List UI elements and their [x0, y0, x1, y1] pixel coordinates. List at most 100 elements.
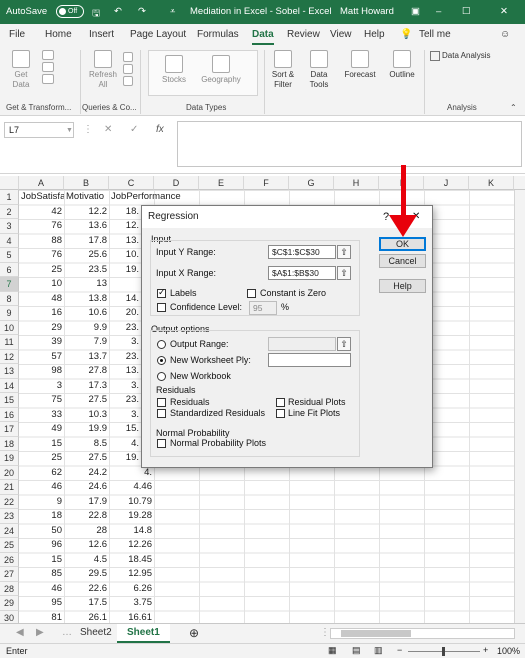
table-cell[interactable]: 13. — [109, 364, 141, 379]
residuals-checkbox[interactable] — [157, 398, 166, 407]
cancel-entry-icon[interactable]: ✕ — [104, 124, 112, 135]
zoom-slider-thumb[interactable] — [442, 647, 445, 656]
table-cell[interactable]: 19. — [109, 263, 141, 278]
table-cell[interactable]: 27.5 — [64, 451, 109, 466]
table-cell[interactable]: JobSatisfa — [19, 190, 64, 205]
table-cell[interactable]: 12.95 — [109, 567, 154, 582]
vertical-scrollbar[interactable] — [514, 190, 525, 623]
table-cell[interactable]: 6.26 — [109, 582, 154, 597]
row-header[interactable]: 18 — [0, 436, 19, 451]
table-cell[interactable]: 8.5 — [64, 437, 109, 452]
normal-view-icon[interactable]: ▦ — [328, 645, 337, 656]
table-cell[interactable]: 14.8 — [109, 524, 154, 539]
table-cell[interactable]: 17.8 — [64, 234, 109, 249]
formula-bar-handle[interactable]: ⋮ — [83, 124, 93, 135]
table-cell[interactable]: 85 — [19, 567, 64, 582]
new-worksheet-field[interactable] — [268, 353, 351, 367]
row-header[interactable]: 5 — [0, 248, 19, 263]
table-cell[interactable]: 25 — [19, 263, 64, 278]
table-cell[interactable]: 17.5 — [64, 596, 109, 611]
table-cell[interactable]: 19. — [109, 451, 141, 466]
table-cell[interactable]: 13. — [109, 234, 141, 249]
labels-checkbox[interactable] — [157, 287, 166, 298]
table-cell[interactable]: 29.5 — [64, 567, 109, 582]
row-header[interactable]: 8 — [0, 291, 19, 306]
output-range-collapse-icon[interactable]: ⇧ — [337, 337, 351, 351]
table-cell[interactable]: 20. — [109, 306, 141, 321]
table-cell[interactable]: 10.3 — [64, 408, 109, 423]
table-cell[interactable]: 3 — [19, 379, 64, 394]
table-cell[interactable]: 39 — [19, 335, 64, 350]
undo-icon[interactable]: ↶ — [114, 6, 122, 17]
table-cell[interactable]: 3. — [109, 408, 141, 423]
autosave-toggle[interactable]: Off — [56, 5, 84, 18]
table-cell[interactable]: 12. — [109, 219, 141, 234]
row-header[interactable]: 20 — [0, 465, 19, 480]
constant-zero-checkbox[interactable] — [247, 289, 256, 298]
geography-button[interactable]: Geography — [199, 55, 243, 85]
table-cell[interactable]: 10 — [19, 277, 64, 292]
row-header[interactable]: 26 — [0, 552, 19, 567]
row-header[interactable]: 4 — [0, 233, 19, 248]
input-x-range-field[interactable]: $A$1:$B$30 — [268, 266, 336, 280]
forecast-button[interactable]: Forecast — [342, 50, 378, 80]
table-cell[interactable]: Motivatio — [64, 190, 109, 205]
tell-me-search[interactable]: Tell me — [419, 29, 451, 40]
zoom-level[interactable]: 100% — [497, 646, 520, 656]
ribbon-collapse-icon[interactable]: ⌃ — [510, 103, 517, 112]
close-icon[interactable]: ✕ — [500, 6, 508, 17]
horizontal-scroll-thumb[interactable] — [341, 630, 411, 637]
table-cell[interactable]: 3. — [109, 379, 141, 394]
input-y-range-field[interactable]: $C$1:$C$30 — [268, 245, 336, 259]
row-header[interactable]: 11 — [0, 335, 19, 350]
table-cell[interactable]: 23. — [109, 393, 141, 408]
outline-button[interactable]: Outline — [385, 50, 419, 80]
row-header[interactable]: 25 — [0, 538, 19, 553]
table-cell[interactable]: 18. — [109, 205, 141, 220]
table-cell[interactable]: 95 — [19, 596, 64, 611]
table-cell[interactable]: 46 — [19, 480, 64, 495]
column-header[interactable]: D — [154, 176, 199, 190]
input-x-collapse-icon[interactable]: ⇧ — [337, 266, 351, 280]
table-cell[interactable]: 22.6 — [64, 582, 109, 597]
data-tools-button[interactable]: Data Tools — [304, 50, 334, 90]
table-cell[interactable]: 7.9 — [64, 335, 109, 350]
row-header[interactable]: 29 — [0, 596, 19, 611]
minimize-icon[interactable]: – — [436, 6, 441, 17]
row-header[interactable]: 17 — [0, 422, 19, 437]
tab-formulas[interactable]: Formulas — [197, 29, 239, 40]
table-cell[interactable]: 46 — [19, 582, 64, 597]
table-cell[interactable]: 57 — [19, 350, 64, 365]
row-header[interactable]: 23 — [0, 509, 19, 524]
table-cell[interactable]: 12.26 — [109, 538, 154, 553]
name-box-dropdown-icon[interactable]: ▼ — [66, 127, 73, 134]
tab-insert[interactable]: Insert — [89, 29, 114, 40]
residual-plots-checkbox[interactable] — [276, 398, 285, 407]
row-header[interactable]: 13 — [0, 364, 19, 379]
new-sheet-icon[interactable]: ⊕ — [179, 624, 209, 643]
row-header[interactable]: 27 — [0, 567, 19, 582]
column-header[interactable]: A — [19, 176, 64, 190]
output-range-radio[interactable] — [157, 340, 166, 349]
data-analysis-button[interactable]: Data Analysis — [430, 51, 490, 61]
table-cell[interactable]: 9 — [19, 495, 64, 510]
table-cell[interactable]: 12.6 — [64, 538, 109, 553]
table-cell[interactable] — [109, 277, 141, 292]
row-header[interactable]: 12 — [0, 349, 19, 364]
column-header[interactable]: E — [199, 176, 244, 190]
table-cell[interactable]: 18.45 — [109, 553, 154, 568]
table-cell[interactable]: 3. — [109, 335, 141, 350]
name-box[interactable]: L7 — [4, 122, 74, 138]
row-header[interactable]: 16 — [0, 407, 19, 422]
row-header[interactable]: 22 — [0, 494, 19, 509]
tab-data[interactable]: Data — [252, 29, 274, 45]
standardized-residuals-checkbox[interactable] — [157, 409, 166, 418]
vertical-scrollbar-top[interactable] — [514, 176, 525, 190]
tab-page-layout[interactable]: Page Layout — [130, 29, 186, 40]
input-y-collapse-icon[interactable]: ⇧ — [337, 245, 351, 259]
scroll-tabs-right-icon[interactable]: ▶ — [26, 624, 54, 643]
table-cell[interactable]: 23. — [109, 350, 141, 365]
table-cell[interactable]: 13.7 — [64, 350, 109, 365]
tab-help[interactable]: Help — [364, 29, 385, 40]
table-cell[interactable]: 76 — [19, 248, 64, 263]
